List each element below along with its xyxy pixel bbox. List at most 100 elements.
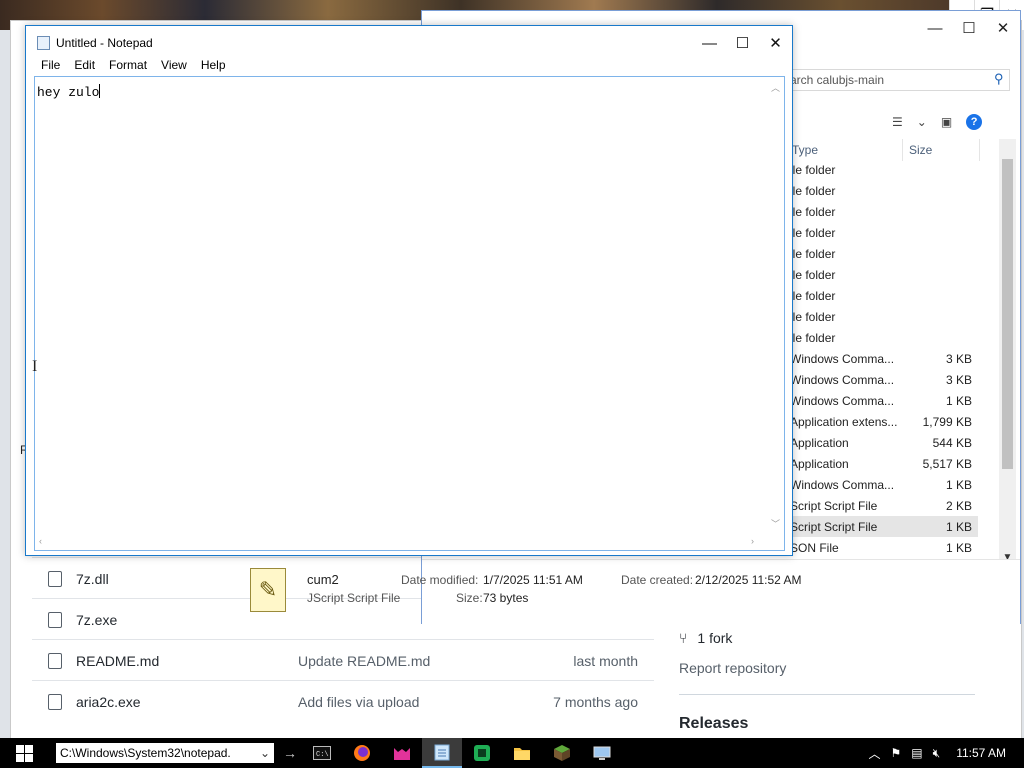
taskbar-minecraft[interactable] [542,738,582,768]
column-divider[interactable] [979,139,980,161]
file-type: Windows Comma... [790,351,895,366]
vertical-scrollbar[interactable]: ︿ ﹀ [767,77,784,533]
maximize-icon[interactable]: ☐ [952,11,986,45]
scrollbar-thumb[interactable] [1002,159,1013,469]
editor-text[interactable]: hey zulo [37,85,99,100]
taskbar-firefox[interactable] [342,738,382,768]
report-repository-link[interactable]: Report repository [679,660,786,676]
file-list-row[interactable]: Windows Comma... 1 KB [790,390,978,411]
volume-muted-icon[interactable]: 🔇︎ [933,746,941,761]
date-modified-value: 1/7/2025 11:51 AM [483,573,583,587]
notepad-window-controls: — ☐ ✕ [693,26,792,60]
fork-count[interactable]: ⑂ 1 fork [679,630,732,646]
preview-pane-icon[interactable]: ▣ [941,115,952,129]
file-type: ile folder [790,204,836,219]
text-caret [99,84,101,98]
column-header-size[interactable]: Size [909,143,932,157]
file-type: Application [790,435,849,450]
file-list-row[interactable]: SON File 1 KB [790,537,978,558]
file-name[interactable]: README.md [76,653,298,669]
menu-format[interactable]: Format [102,56,154,74]
file-type: ile folder [790,288,836,303]
file-list-row[interactable]: Script Script File 1 KB [790,516,978,537]
maximize-icon[interactable]: ☐ [726,26,759,60]
chevron-right-icon[interactable]: › [751,536,754,546]
column-divider[interactable] [902,139,903,161]
file-list-row[interactable]: Windows Comma... 1 KB [790,474,978,495]
jscript-file-icon: ✎ [250,568,286,612]
date-modified-label: Date modified: [401,573,479,587]
file-name[interactable]: aria2c.exe [76,694,298,710]
taskbar-cmd[interactable]: C:\ [302,738,342,768]
search-icon[interactable]: ⚲ [994,71,1004,87]
taskbar: C:\Windows\System32\notepad. ⌄ → C:\ ︿ ⚑… [0,738,1024,768]
address-toolbar[interactable]: C:\Windows\System32\notepad. ⌄ [56,743,274,763]
close-icon[interactable]: ✕ [759,26,792,60]
file-list-row[interactable]: Windows Comma... 3 KB [790,369,978,390]
file-size: 1 KB [945,393,972,408]
close-icon[interactable]: ✕ [986,11,1020,45]
menu-help[interactable]: Help [194,56,233,74]
details-view-icon[interactable]: ☰ [892,115,903,129]
commit-message[interactable]: Update README.md [298,653,528,669]
flag-icon[interactable]: ⚑ [891,746,902,760]
taskbar-file-explorer[interactable] [502,738,542,768]
green-app-icon [474,745,490,761]
file-list-row[interactable]: ile folder [790,327,978,348]
chevron-down-icon[interactable]: ⌄ [917,115,927,129]
file-list-row[interactable]: ile folder [790,306,978,327]
taskbar-app-cat[interactable] [382,738,422,768]
file-name[interactable]: 7z.exe [76,612,298,628]
chevron-left-icon[interactable]: ‹ [39,536,42,546]
taskbar-notepad[interactable] [422,738,462,768]
file-list-row[interactable]: ile folder [790,201,978,222]
chevron-up-icon[interactable]: ︿ [869,745,881,762]
taskbar-app-green[interactable] [462,738,502,768]
commit-message[interactable]: Add files via upload [298,694,528,710]
file-row[interactable]: aria2c.exe Add files via upload 7 months… [32,680,654,722]
file-list-row[interactable]: Application 544 KB [790,432,978,453]
minimize-icon[interactable]: — [693,26,726,60]
selected-file-type: JScript Script File [307,591,401,605]
releases-heading[interactable]: Releases [679,715,748,733]
start-button[interactable] [0,738,48,768]
editor-content[interactable]: hey zulo [37,84,101,100]
file-list-row[interactable]: ile folder [790,159,978,180]
file-list-row[interactable]: ile folder [790,285,978,306]
minimize-icon[interactable]: — [918,11,952,45]
help-icon[interactable]: ? [966,114,983,130]
search-input[interactable]: arch calubjs-main [790,73,884,87]
chevron-up-icon[interactable]: ︿ [771,81,780,94]
file-list-row[interactable]: Application 5,517 KB [790,453,978,474]
windows-logo-icon [15,744,33,762]
date-created-value: 2/12/2025 11:52 AM [695,573,802,587]
clock[interactable]: 11:57 AM [956,746,1006,760]
file-list-row[interactable]: Script Script File 2 KB [790,495,978,516]
command-prompt-icon: C:\ [313,746,331,760]
file-list-row[interactable]: Application extens... 1,799 KB [790,411,978,432]
file-size: 544 KB [932,435,972,450]
text-editor[interactable] [34,76,785,551]
network-icon[interactable]: ▤ [911,746,922,760]
chevron-down-icon[interactable]: ⌄ [260,746,270,760]
file-list-row[interactable]: ile folder [790,243,978,264]
address-input[interactable]: C:\Windows\System32\notepad. [60,746,260,760]
file-list-row[interactable]: ile folder [790,222,978,243]
menu-file[interactable]: File [34,56,67,74]
file-type: Application extens... [790,414,898,429]
go-arrow-icon[interactable]: → [278,743,302,763]
horizontal-scrollbar[interactable]: ‹ › [35,533,767,550]
file-size: 1 KB [945,477,972,492]
file-list-row[interactable]: Windows Comma... 3 KB [790,348,978,369]
file-list-row[interactable]: ile folder [790,180,978,201]
file-type: Application [790,456,849,471]
menu-view[interactable]: View [154,56,194,74]
column-header-type[interactable]: Type [792,143,818,157]
taskbar-network-app[interactable] [582,738,622,768]
notepad-icon [37,36,50,50]
file-row[interactable]: README.md Update README.md last month [32,639,654,681]
file-list-row[interactable]: ile folder [790,264,978,285]
menu-edit[interactable]: Edit [67,56,102,74]
chevron-down-icon[interactable]: ﹀ [771,517,780,530]
file-size: 3 KB [945,351,972,366]
